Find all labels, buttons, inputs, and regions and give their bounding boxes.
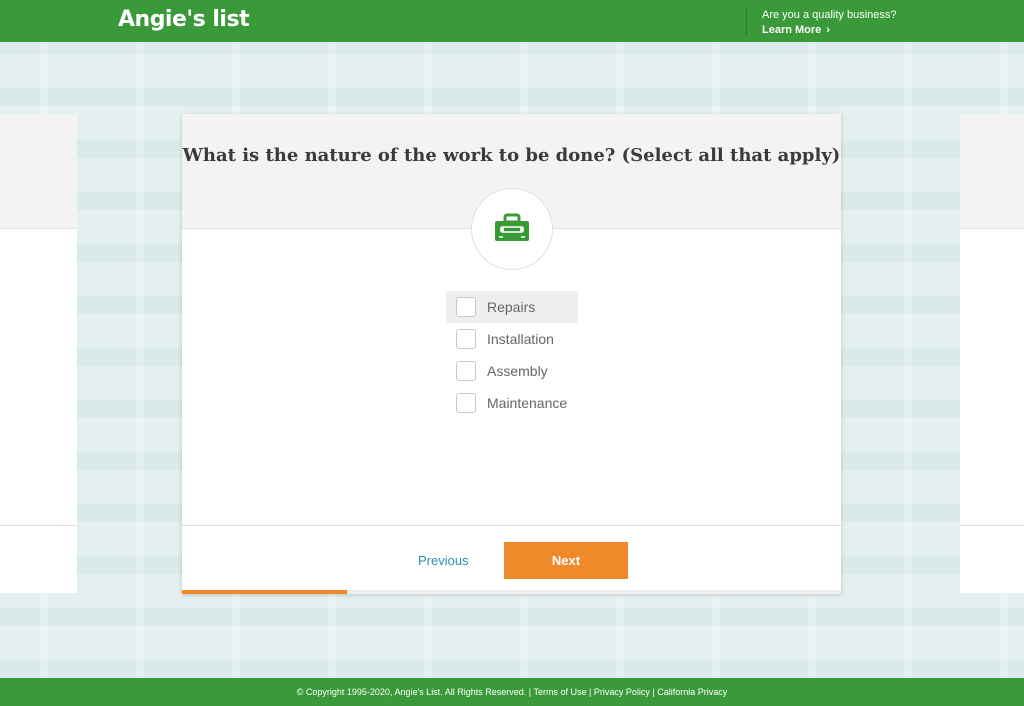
terms-of-use-link[interactable]: Terms of Use bbox=[533, 687, 586, 697]
footer-separator: | bbox=[528, 687, 532, 697]
angies-list-logo[interactable]: Angie's list bbox=[118, 7, 250, 32]
question-card: What is the nature of the work to be don… bbox=[182, 114, 841, 594]
copyright-text: © Copyright 1995-2020, Angie's List. All… bbox=[296, 687, 527, 697]
previous-button[interactable]: Previous bbox=[418, 553, 469, 568]
options-list: Repairs Installation Assembly Maintenanc… bbox=[446, 291, 578, 419]
business-question: Are you a quality business? bbox=[762, 9, 897, 21]
progress-fill bbox=[182, 590, 347, 594]
california-privacy-link[interactable]: California Privacy bbox=[657, 687, 727, 697]
option-label: Repairs bbox=[487, 299, 536, 315]
top-bar: Angie's list Are you a quality business?… bbox=[0, 0, 1024, 42]
next-step-card-peek bbox=[960, 114, 1024, 593]
footer: © Copyright 1995-2020, Angie's List. All… bbox=[0, 678, 1024, 706]
footer-separator: | bbox=[652, 687, 655, 697]
option-maintenance[interactable]: Maintenance bbox=[446, 387, 578, 419]
checkbox[interactable] bbox=[456, 329, 476, 349]
next-button[interactable]: Next bbox=[504, 542, 628, 579]
footer-separator: | bbox=[588, 687, 592, 697]
toolbox-icon-badge bbox=[471, 188, 553, 270]
option-installation[interactable]: Installation bbox=[446, 323, 578, 355]
option-assembly[interactable]: Assembly bbox=[446, 355, 578, 387]
checkbox[interactable] bbox=[456, 297, 476, 317]
option-label: Assembly bbox=[487, 363, 548, 379]
option-label: Maintenance bbox=[487, 395, 568, 411]
header-divider bbox=[746, 8, 747, 36]
learn-more-label: Learn More bbox=[762, 24, 822, 36]
navigation-bar: Previous Next bbox=[182, 525, 841, 595]
option-repairs[interactable]: Repairs bbox=[446, 291, 578, 323]
checkbox[interactable] bbox=[456, 393, 476, 413]
progress-bar bbox=[182, 590, 841, 594]
chevron-right-icon: › bbox=[826, 24, 830, 36]
learn-more-link[interactable]: Learn More › bbox=[762, 24, 830, 36]
previous-step-card-peek bbox=[0, 114, 77, 593]
toolbox-icon bbox=[495, 213, 529, 241]
question-title: What is the nature of the work to be don… bbox=[182, 145, 841, 166]
checkbox[interactable] bbox=[456, 361, 476, 381]
option-label: Installation bbox=[487, 331, 554, 347]
privacy-policy-link[interactable]: Privacy Policy bbox=[594, 687, 650, 697]
